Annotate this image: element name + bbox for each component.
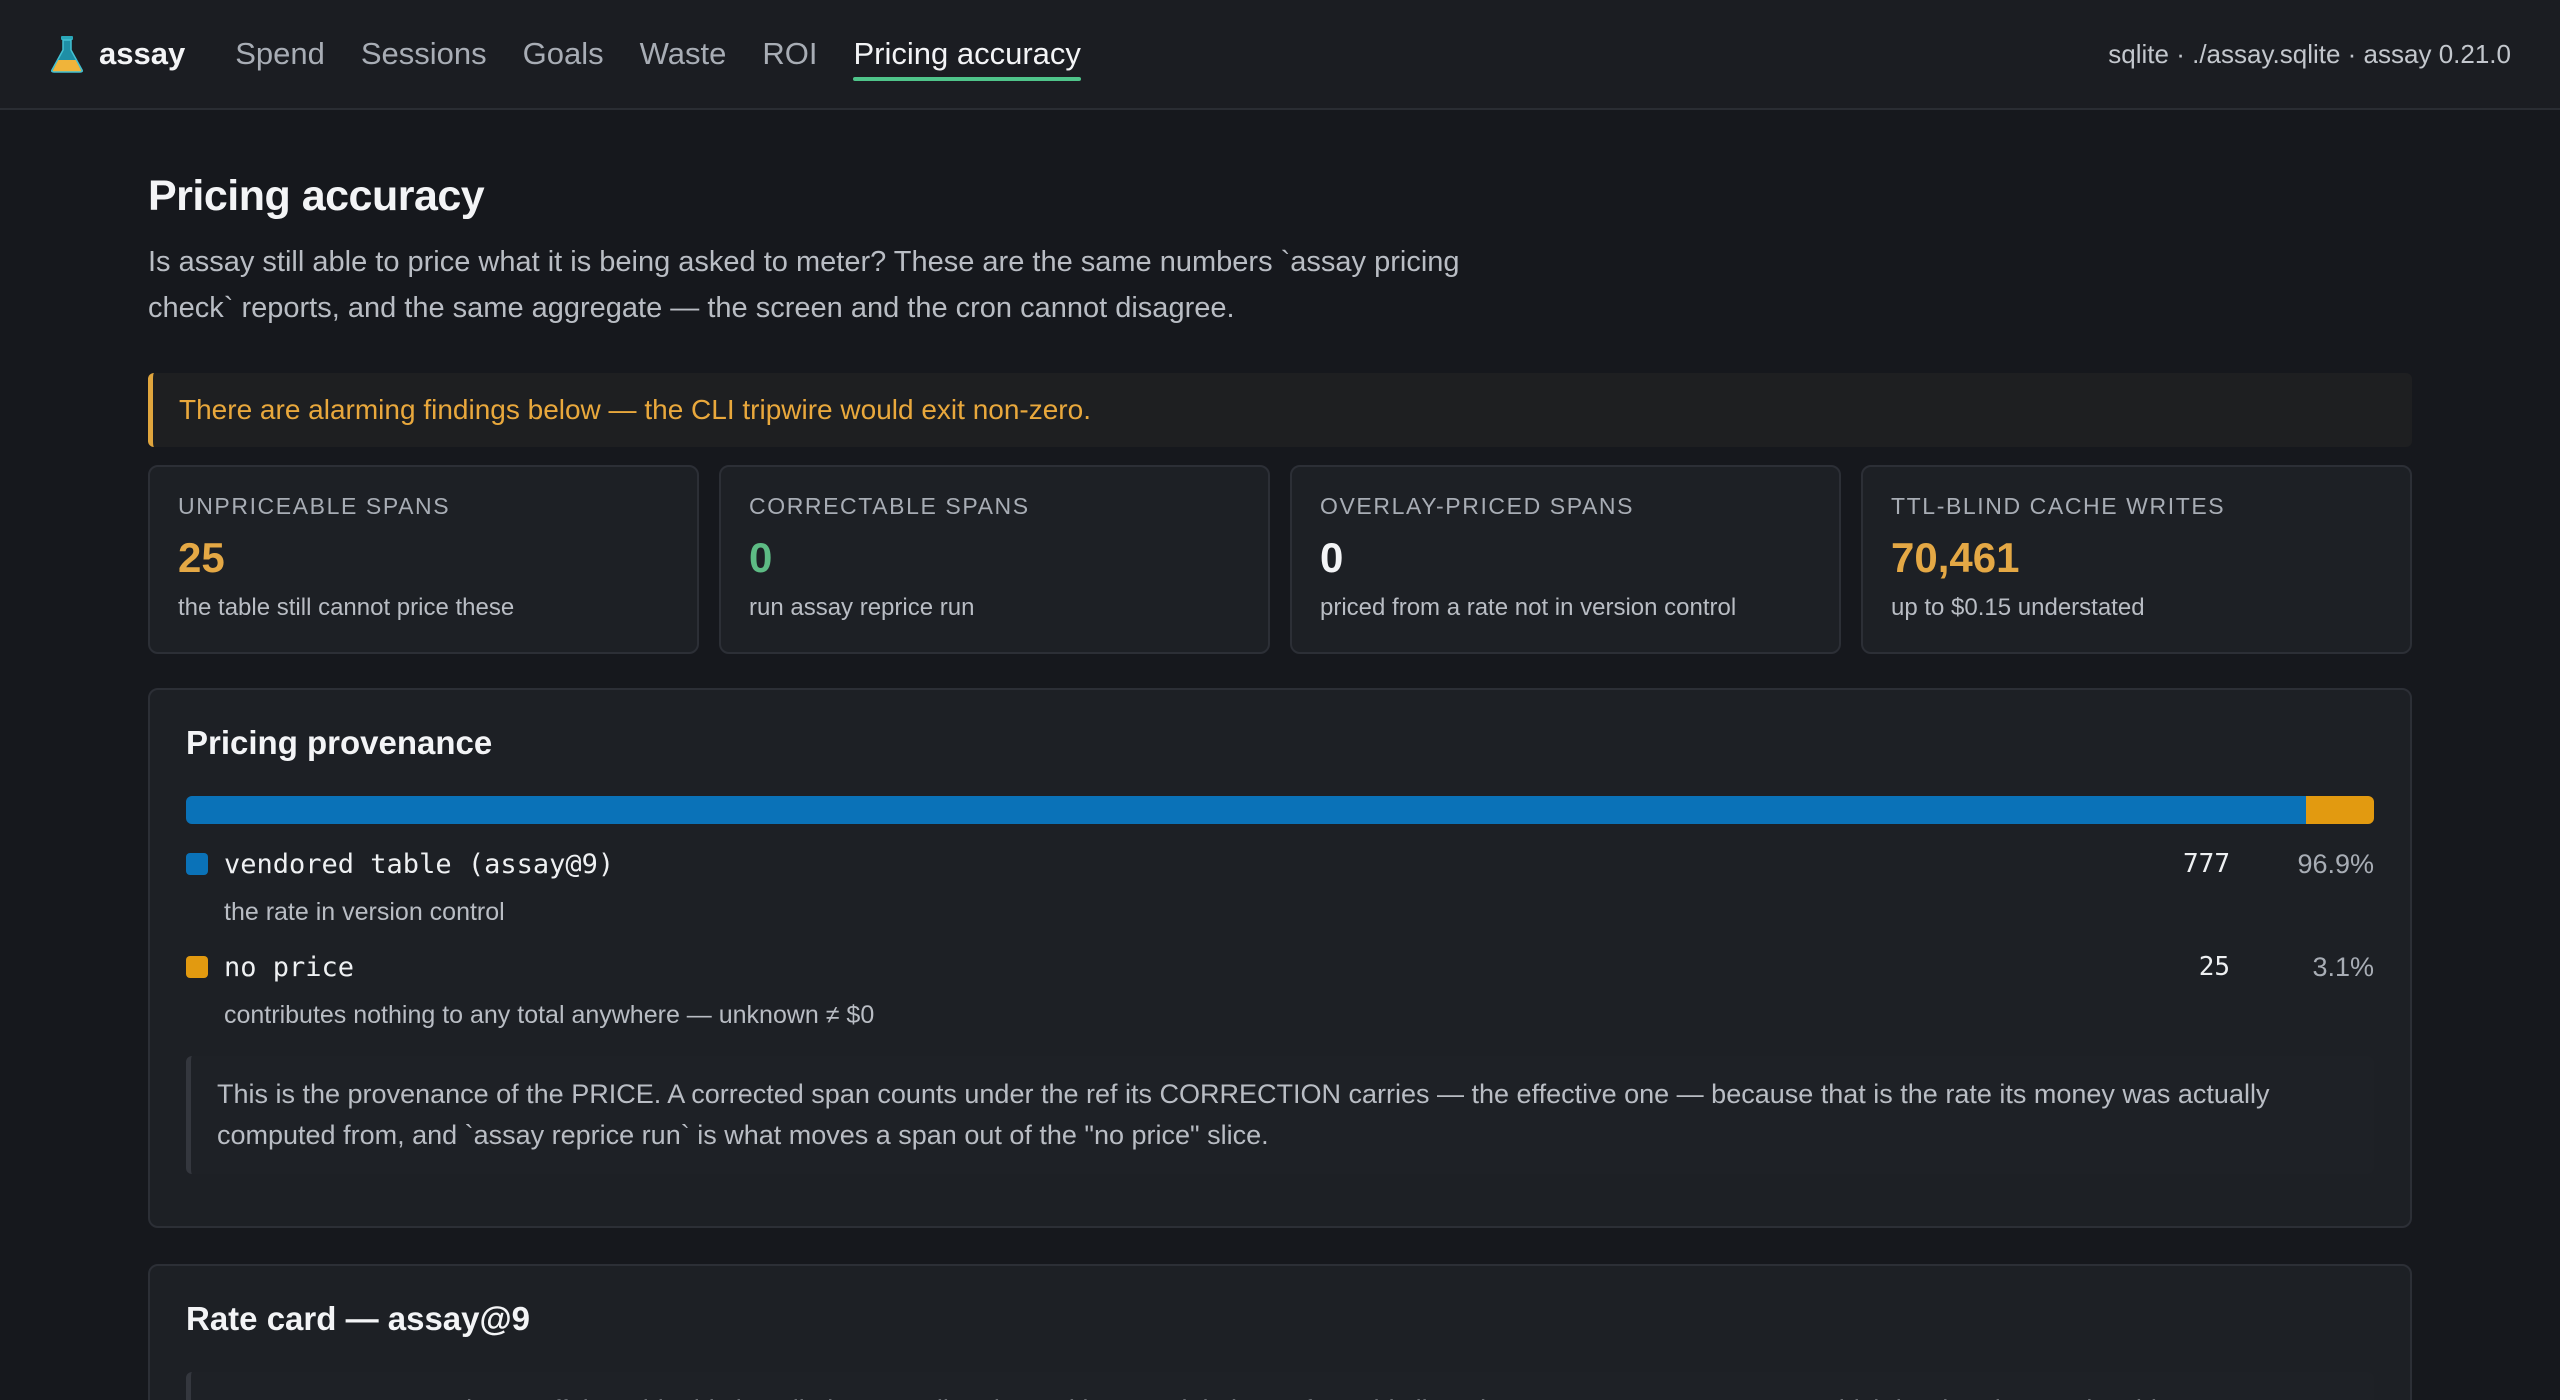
provenance-bar-segment-no-price bbox=[2306, 796, 2374, 824]
page-title: Pricing accuracy bbox=[148, 172, 485, 220]
nav-tab-waste[interactable]: Waste bbox=[622, 0, 745, 109]
brand[interactable]: assay bbox=[49, 34, 185, 74]
nav-tab-goals[interactable]: Goals bbox=[505, 0, 622, 109]
nav-tab-pricing-accuracy[interactable]: Pricing accuracy bbox=[835, 0, 1098, 109]
stat-label: Overlay-priced spans bbox=[1320, 493, 1635, 519]
legend-percent: 3.1% bbox=[2312, 951, 2374, 982]
stat-cards: Unpriceable spans 25 the table still can… bbox=[148, 465, 2412, 654]
provenance-bar bbox=[186, 796, 2374, 824]
panel-title: Rate card — assay@9 bbox=[186, 1300, 531, 1337]
provenance-bar-segment-vendored bbox=[186, 796, 2307, 824]
nav-tab-roi[interactable]: ROI bbox=[744, 0, 835, 109]
legend-row-vendored: vendored table (assay@9) 777 96.9% bbox=[186, 846, 2374, 882]
flask-icon bbox=[51, 36, 83, 73]
legend-name: vendored table (assay@9) bbox=[224, 848, 615, 880]
stat-label: Correctable spans bbox=[749, 493, 1030, 519]
panel-title: Pricing provenance bbox=[186, 724, 493, 761]
legend-count: 25 bbox=[2198, 952, 2230, 982]
stat-value: 0 bbox=[749, 534, 773, 581]
top-bar: assay Spend Sessions Goals Waste ROI Pri… bbox=[0, 0, 2560, 110]
provenance-note: This is the provenance of the PRICE. A c… bbox=[186, 1056, 2374, 1174]
rate-card-panel: Rate card — assay@9 USD per MILLION toke… bbox=[148, 1264, 2412, 1400]
alarm-banner-text: There are alarming findings below — the … bbox=[179, 394, 1091, 425]
alarm-banner: There are alarming findings below — the … bbox=[148, 373, 2412, 447]
stat-label: TTL-blind cache writes bbox=[1891, 493, 2226, 519]
stat-note: the table still cannot price these bbox=[178, 594, 515, 621]
stat-value: 70,461 bbox=[1891, 534, 2020, 581]
stat-card-correctable: Correctable spans 0 run assay reprice ru… bbox=[719, 465, 1270, 654]
pricing-provenance-panel: Pricing provenance vendored table (assay… bbox=[148, 688, 2412, 1228]
legend-count: 777 bbox=[2183, 849, 2230, 879]
stat-card-overlay-priced: Overlay-priced spans 0 priced from a rat… bbox=[1290, 465, 1841, 654]
legend-description: contributes nothing to any total anywher… bbox=[224, 1001, 875, 1029]
legend-name: no price bbox=[224, 951, 355, 983]
legend-percent: 96.9% bbox=[2297, 848, 2374, 879]
page-intro: Is assay still able to price what it is … bbox=[148, 246, 1460, 324]
environment-info: sqlite · ./assay.sqlite · assay 0.21.0 bbox=[2108, 38, 2511, 69]
main-content: Pricing accuracy Is assay still able to … bbox=[0, 172, 2560, 1400]
app-name: assay bbox=[99, 36, 186, 71]
legend-swatch bbox=[186, 956, 208, 978]
nav-tab-sessions[interactable]: Sessions bbox=[343, 0, 505, 109]
stat-value: 25 bbox=[178, 534, 225, 581]
stat-value: 0 bbox=[1320, 534, 1344, 581]
stat-note: run assay reprice run bbox=[749, 594, 975, 621]
stat-card-ttl-blind: TTL-blind cache writes 70,461 up to $0.1… bbox=[1861, 465, 2412, 654]
main-nav: Spend Sessions Goals Waste ROI Pricing a… bbox=[217, 0, 1099, 109]
legend-swatch bbox=[186, 853, 208, 875]
stat-card-unpriceable: Unpriceable spans 25 the table still can… bbox=[148, 465, 699, 654]
legend-row-no-price: no price 25 3.1% bbox=[186, 949, 2374, 985]
nav-tab-spend[interactable]: Spend bbox=[217, 0, 343, 109]
stat-label: Unpriceable spans bbox=[178, 493, 451, 519]
stat-note: priced from a rate not in version contro… bbox=[1320, 594, 1737, 621]
legend-description: the rate in version control bbox=[224, 898, 505, 926]
rate-card-note: USD per MILLION tokens, off the table th… bbox=[186, 1372, 2374, 1400]
stat-note: up to $0.15 understated bbox=[1891, 594, 2145, 621]
